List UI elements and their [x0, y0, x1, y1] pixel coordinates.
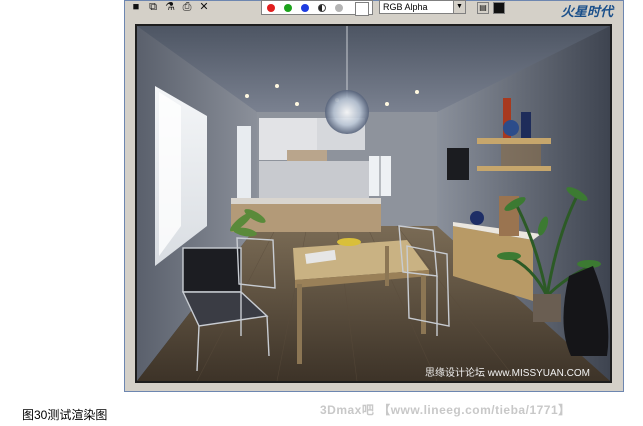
channel-select[interactable]: RGB Alpha ▼ [379, 0, 466, 14]
channel-buttons [261, 0, 373, 16]
channel-select-value: RGB Alpha [383, 2, 428, 12]
clone-icon[interactable]: ⚗ [163, 1, 177, 14]
red-channel-button[interactable] [267, 4, 275, 12]
viewport-watermark: 思缘设计论坛 www.MISSYUAN.COM [425, 366, 590, 379]
mono-toggle-button[interactable] [318, 4, 326, 12]
green-channel-button[interactable] [284, 4, 292, 12]
chevron-down-icon: ▼ [453, 1, 465, 13]
display-options-icon[interactable]: ▤ [477, 2, 489, 14]
save-icon[interactable]: ■ [129, 1, 143, 14]
logo-text: 火星时代 [560, 5, 613, 20]
copy-icon[interactable]: ⧉ [146, 1, 160, 14]
clear-icon[interactable] [493, 2, 505, 14]
figure-caption: 图30测试渲染图 [22, 408, 108, 422]
print-icon[interactable]: ⎙ [180, 1, 194, 14]
logo: 火星时代 [537, 1, 617, 20]
blue-channel-button[interactable] [301, 4, 309, 12]
alpha-channel-button[interactable] [335, 4, 343, 12]
rendered-frame-window: ■ ⧉ ⚗ ⎙ ✕ RGB Alpha ▼ ▤ 火星时代 思缘设计论坛 www.… [124, 0, 624, 392]
rendered-kitchen-image: 思缘设计论坛 www.MISSYUAN.COM [137, 26, 610, 381]
bottom-watermark: 3Dmax吧 【www.lineeg.com/tieba/1771】 [320, 403, 571, 417]
color-swatch[interactable] [355, 2, 369, 16]
render-toolbar: ■ ⧉ ⚗ ⎙ ✕ RGB Alpha ▼ ▤ 火星时代 [125, 0, 623, 20]
close-icon[interactable]: ✕ [197, 1, 211, 14]
render-viewport: 思缘设计论坛 www.MISSYUAN.COM [135, 24, 612, 383]
